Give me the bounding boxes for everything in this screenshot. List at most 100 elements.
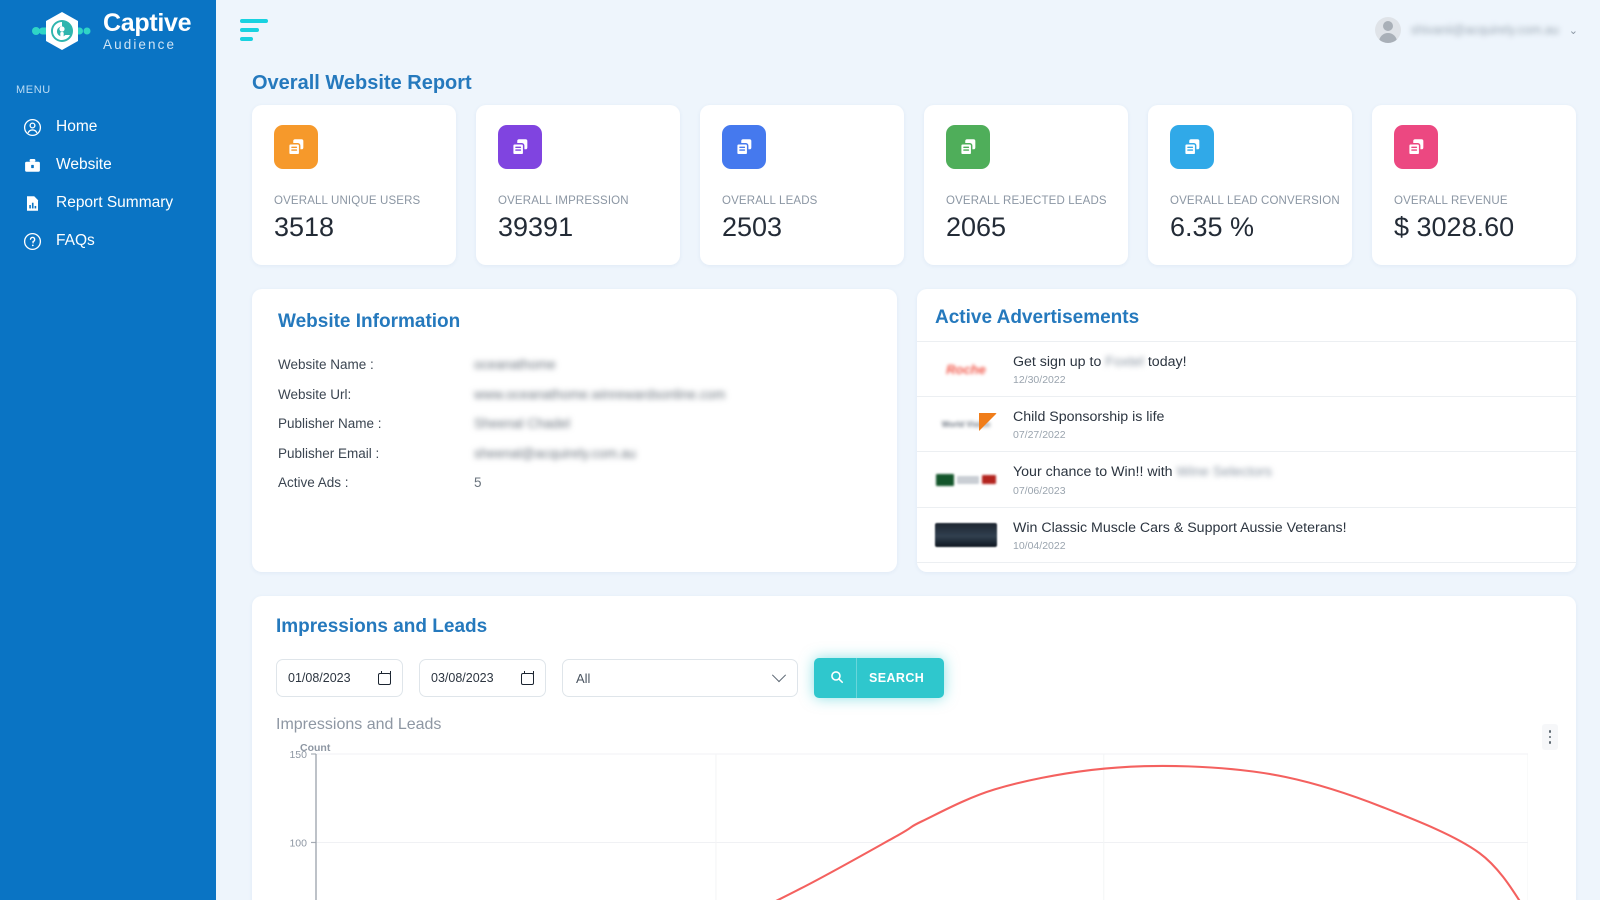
stat-label: OVERALL UNIQUE USERS [274, 195, 421, 207]
list-item[interactable]: Your chance to Win!! with Wine Selectors… [917, 451, 1576, 506]
date-from-input[interactable]: 01/08/2023 [276, 659, 403, 697]
page-content: Overall Website Report OVERALL UNIQUE US… [216, 72, 1600, 900]
ad-title: Your chance to Win!! with Wine Selectors [1013, 464, 1272, 481]
chart-title: Impressions and Leads [276, 716, 442, 733]
info-key: Publisher Name : [278, 416, 382, 431]
stat-label: OVERALL LEADS [722, 195, 818, 207]
search-button-label: SEARCH [869, 671, 925, 685]
info-value: Sheenal Chadel [474, 416, 571, 431]
stat-label: OVERALL IMPRESSION [498, 195, 629, 207]
info-key: Publisher Email : [278, 445, 380, 461]
info-value: 5 [474, 475, 482, 490]
list-item[interactable]: Roche Get sign up to Foxtel today! 12/30… [917, 341, 1576, 396]
sidebar: Captive Audience MENU Home Website Repor… [0, 0, 216, 900]
sidebar-item-label: Website [56, 156, 112, 173]
world-vision-thumb: World Vision [935, 412, 997, 437]
date-from-value: 01/08/2023 [288, 671, 351, 685]
info-value: sheenal@acquirely.com.au [474, 445, 637, 461]
brand-logo[interactable]: Captive Audience [0, 0, 216, 62]
stat-value: 2065 [946, 212, 1007, 242]
page-title: Overall Website Report [252, 72, 472, 94]
ad-date: 07/06/2023 [1013, 484, 1066, 497]
stat-card-unique-users[interactable]: OVERALL UNIQUE USERS 3518 [252, 105, 456, 265]
divider [856, 658, 857, 698]
active-advertisements-panel: Active Advertisements Roche Get sign up … [917, 289, 1576, 572]
stat-card-revenue[interactable]: OVERALL REVENUE $ 3028.60 [1372, 105, 1576, 265]
list-item[interactable]: Win Classic Muscle Cars & Support Aussie… [917, 506, 1576, 562]
briefcase-icon [22, 155, 42, 175]
chevron-down-icon[interactable]: ⌄ [1569, 24, 1578, 37]
stat-card-lead-conversion[interactable]: OVERALL LEAD CONVERSION 6.35 % [1148, 105, 1352, 265]
copy-documents-icon [274, 125, 318, 169]
filter-bar: 01/08/2023 03/08/2023 All SEARCH [276, 658, 1552, 698]
info-key: Active Ads : [278, 475, 349, 490]
sidebar-item-label: FAQs [56, 232, 95, 249]
info-row: Active Ads : 5 [278, 475, 871, 490]
stat-value: $ 3028.60 [1394, 212, 1515, 242]
chart-plot: Count 150 100 [276, 742, 1552, 900]
brand-subtitle: Audience [103, 36, 177, 52]
hamburger-icon[interactable] [240, 19, 268, 41]
ad-date: 12/30/2022 [1013, 374, 1066, 387]
info-value: www.oceanathome.winrewardsonline.com [474, 386, 726, 402]
ad-date: 10/04/2022 [1013, 539, 1066, 552]
stat-card-leads[interactable]: OVERALL LEADS 2503 [700, 105, 904, 265]
calendar-icon[interactable] [378, 671, 391, 685]
wine-selectors-thumb [935, 467, 997, 492]
info-row: Website Url: www.oceanathome.winrewardso… [278, 387, 871, 402]
sidebar-item-label: Report Summary [56, 194, 174, 211]
sidebar-nav: Home Website Report Summary FAQs [0, 108, 216, 260]
user-circle-icon [22, 117, 42, 137]
user-menu[interactable]: shivanii@acquirely.com.au ⌄ [1374, 17, 1578, 43]
list-item[interactable]: ✦ Do you currently have private health i… [917, 561, 1576, 572]
website-info-table: Website Name : oceanathome Website Url: … [278, 357, 871, 490]
website-information-panel: Website Information Website Name : ocean… [252, 289, 897, 572]
impressions-and-leads-panel: Impressions and Leads 01/08/2023 03/08/2… [252, 596, 1576, 900]
date-to-value: 03/08/2023 [431, 671, 494, 685]
ad-filter-value: All [576, 670, 591, 686]
stat-card-rejected-leads[interactable]: OVERALL REJECTED LEADS 2065 [924, 105, 1128, 265]
chevron-down-icon [771, 668, 787, 683]
app-root: Captive Audience MENU Home Website Repor… [0, 0, 1600, 900]
sidebar-item-faqs[interactable]: FAQs [0, 222, 216, 260]
captive-audience-logo-icon [30, 10, 94, 52]
copy-documents-icon [498, 125, 542, 169]
panel-title: Website Information [278, 311, 461, 332]
list-item[interactable]: World Vision Child Sponsorship is life 0… [917, 396, 1576, 451]
main-area: shivanii@acquirely.com.au ⌄ Overall Webs… [216, 0, 1600, 900]
sidebar-item-home[interactable]: Home [0, 108, 216, 146]
ad-date: 07/27/2022 [1013, 429, 1066, 442]
stat-card-impression[interactable]: OVERALL IMPRESSION 39391 [476, 105, 680, 265]
topbar: shivanii@acquirely.com.au ⌄ [216, 0, 1600, 60]
date-to-input[interactable]: 03/08/2023 [419, 659, 546, 697]
copy-documents-icon [722, 125, 766, 169]
stat-value: 3518 [274, 212, 335, 242]
ad-title: Get sign up to Foxtel today! [1013, 354, 1187, 370]
question-circle-icon [22, 231, 42, 251]
muscle-cars-thumb [935, 523, 997, 548]
chart-svg: 150 100 [289, 749, 1528, 900]
search-button[interactable]: SEARCH [814, 658, 945, 698]
ad-title: Child Sponsorship is life [1013, 409, 1165, 426]
calendar-icon[interactable] [521, 671, 534, 685]
roche-logo-thumb: Roche [935, 357, 997, 382]
svg-text:100: 100 [289, 837, 307, 849]
panel-title: Active Advertisements [935, 307, 1140, 328]
report-document-icon [22, 193, 42, 213]
sidebar-menu-label: MENU [16, 84, 51, 96]
info-row: Website Name : oceanathome [278, 357, 871, 372]
svg-text:150: 150 [289, 749, 307, 761]
panel-title: Impressions and Leads [276, 616, 488, 637]
sidebar-item-website[interactable]: Website [0, 146, 216, 184]
hamburger-bar [240, 19, 268, 23]
sidebar-item-report-summary[interactable]: Report Summary [0, 184, 216, 222]
info-row: Publisher Name : Sheenal Chadel [278, 416, 871, 431]
info-key: Website Url: [278, 386, 352, 402]
ad-filter-select[interactable]: All [562, 659, 798, 697]
panels-row: Website Information Website Name : ocean… [236, 265, 1576, 572]
overview-cards: OVERALL UNIQUE USERS 3518 OVERALL IMPRES… [236, 105, 1576, 265]
copy-documents-icon [1170, 125, 1214, 169]
impressions-chart: Impressions and Leads Count 150 100 [276, 716, 1558, 900]
user-email: shivanii@acquirely.com.au [1410, 23, 1559, 37]
copy-documents-icon [1394, 125, 1438, 169]
